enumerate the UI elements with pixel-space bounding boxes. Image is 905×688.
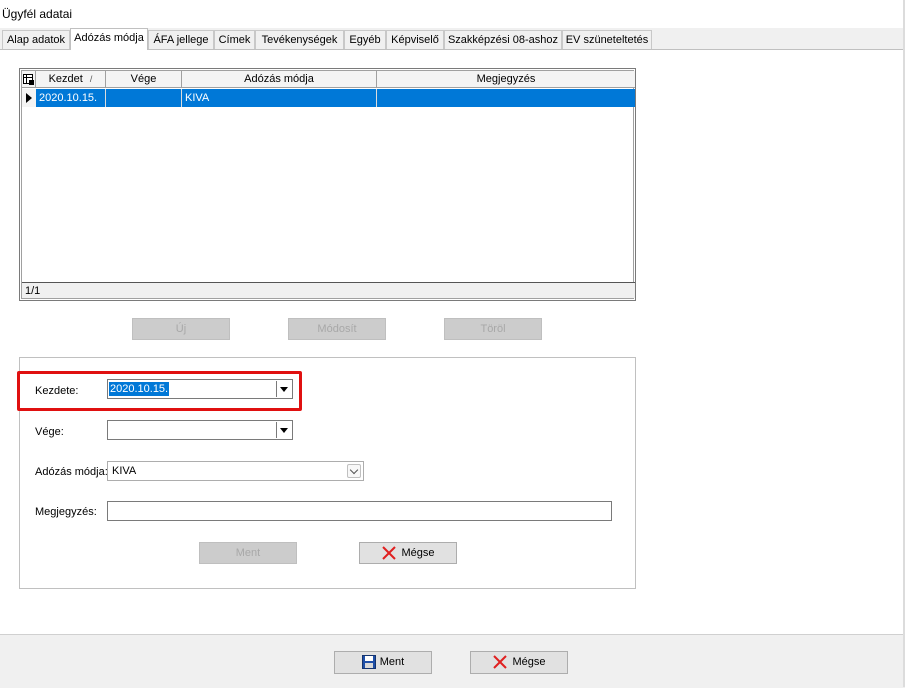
save-disk-icon bbox=[361, 655, 376, 670]
column-header-megjegyzes[interactable]: Megjegyzés bbox=[377, 71, 635, 88]
vege-date-field[interactable] bbox=[107, 420, 293, 440]
tab-cimek[interactable]: Címek bbox=[214, 30, 255, 49]
cell-kezdet[interactable]: 2020.10.15. bbox=[36, 89, 106, 107]
adozas-value: KIVA bbox=[112, 465, 137, 477]
tab-kepviselo[interactable]: Képviselő bbox=[386, 30, 444, 49]
close-icon bbox=[382, 546, 397, 560]
record-counter: 1/1 bbox=[22, 282, 635, 298]
tab-afa-jellege[interactable]: ÁFA jellege bbox=[148, 30, 214, 49]
save-label: Ment bbox=[379, 656, 405, 668]
new-button[interactable]: Új bbox=[132, 318, 230, 340]
footer-bar bbox=[0, 634, 903, 688]
tab-alap-adatok[interactable]: Alap adatok bbox=[2, 30, 70, 49]
cell-megjegyzes[interactable] bbox=[377, 89, 635, 107]
column-label-kezdet: Kezdet bbox=[48, 73, 83, 85]
table-row[interactable]: 2020.10.15. KIVA bbox=[22, 89, 635, 107]
cell-adozas-modja[interactable]: KIVA bbox=[182, 89, 377, 107]
cancel-label: Mégse bbox=[512, 656, 546, 668]
adozas-select[interactable]: KIVA bbox=[107, 461, 364, 481]
tab-ev-szuneteltetes[interactable]: EV szüneteltetés bbox=[562, 30, 652, 49]
cell-vege[interactable] bbox=[106, 89, 182, 107]
cancel-button[interactable]: Mégse bbox=[470, 651, 568, 674]
tab-egyeb[interactable]: Egyéb bbox=[344, 30, 386, 49]
form-cancel-button[interactable]: Mégse bbox=[359, 542, 457, 564]
adozas-label: Adózás módja: bbox=[35, 466, 108, 478]
chevron-down-icon[interactable] bbox=[276, 422, 291, 438]
grid-options-icon[interactable] bbox=[22, 71, 36, 88]
column-header-adozas-modja[interactable]: Adózás módja bbox=[182, 71, 377, 88]
delete-button[interactable]: Töröl bbox=[444, 318, 542, 340]
tab-strip: Alap adatok Adózás módja ÁFA jellege Cím… bbox=[0, 28, 905, 50]
close-icon bbox=[493, 655, 508, 669]
chevron-down-icon[interactable] bbox=[347, 464, 361, 478]
window-title: Ügyfél adatai bbox=[2, 7, 73, 21]
row-pointer-icon bbox=[22, 89, 37, 107]
vege-label: Vége: bbox=[35, 426, 64, 438]
form-save-button[interactable]: Ment bbox=[199, 542, 297, 564]
form-cancel-label: Mégse bbox=[401, 547, 435, 559]
tab-adozas-modja[interactable]: Adózás módja bbox=[70, 28, 148, 50]
save-button[interactable]: Ment bbox=[334, 651, 432, 674]
data-grid[interactable]: Kezdet / Vége Adózás módja Megjegyzés 20… bbox=[19, 68, 636, 301]
megjegyzes-input[interactable] bbox=[107, 501, 612, 521]
title-bar: Ügyfél adatai bbox=[0, 0, 905, 28]
column-header-vege[interactable]: Vége bbox=[106, 71, 182, 88]
focus-highlight bbox=[17, 371, 302, 411]
column-header-kezdet[interactable]: Kezdet / bbox=[36, 71, 106, 88]
tab-tevekenysegek[interactable]: Tevékenységek bbox=[255, 30, 344, 49]
grid-body: Kezdet / Vége Adózás módja Megjegyzés 20… bbox=[21, 70, 635, 299]
sort-icon: / bbox=[89, 74, 93, 84]
tab-szakkepzesi[interactable]: Szakképzési 08-ashoz bbox=[444, 30, 562, 49]
megjegyzes-label: Megjegyzés: bbox=[35, 506, 97, 518]
modify-button[interactable]: Módosít bbox=[288, 318, 386, 340]
